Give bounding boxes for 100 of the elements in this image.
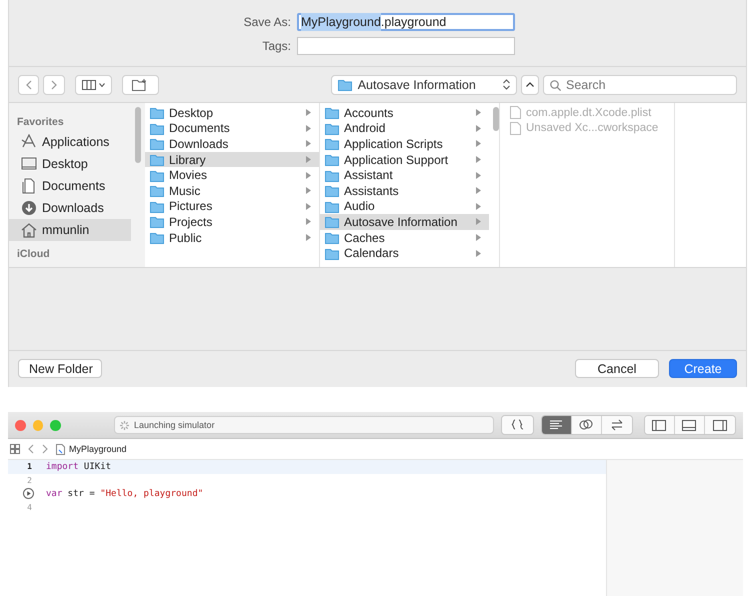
- sidebar-item[interactable]: mmunlin: [9, 219, 131, 241]
- folder-plus-icon: [132, 78, 148, 90]
- applications-icon: [21, 134, 37, 150]
- folder-row[interactable]: Application Scripts: [320, 136, 489, 152]
- scrollbar[interactable]: [135, 107, 141, 163]
- columns-icon: [82, 80, 96, 90]
- line-number: 2: [26, 476, 33, 485]
- folder-icon: [150, 153, 164, 166]
- download-icon: [21, 200, 37, 216]
- folder-row[interactable]: Autosave Information: [320, 214, 489, 230]
- collapse-button[interactable]: [521, 74, 539, 94]
- status-text: Launching simulator: [134, 420, 215, 430]
- scrollbar[interactable]: [493, 107, 499, 131]
- line-number: 1: [26, 462, 33, 472]
- disclosure-arrow-icon: [306, 234, 311, 242]
- sidebar-item[interactable]: Downloads: [9, 197, 131, 219]
- document-icon: [510, 106, 521, 120]
- new-folder-icon-button[interactable]: [122, 74, 159, 94]
- grid-icon[interactable]: [10, 444, 20, 454]
- sidebar-heading: Favorites: [16, 115, 65, 130]
- folder-icon: [325, 184, 339, 198]
- disclosure-arrow-icon: [306, 187, 311, 194]
- view-options-button[interactable]: [74, 74, 112, 94]
- folder-icon: [325, 153, 339, 166]
- desktop-icon: [21, 156, 37, 172]
- disclosure-arrow-icon: [476, 109, 481, 116]
- folder-icon: [338, 78, 352, 91]
- editor-button[interactable]: [542, 416, 572, 434]
- search-icon: [550, 80, 561, 90]
- folder-row[interactable]: Movies: [145, 167, 319, 183]
- disclosure-arrow-icon: [476, 124, 481, 132]
- folder-row[interactable]: Application Support: [320, 152, 489, 168]
- folder-icon: [325, 122, 339, 135]
- disclosure-arrow-icon: [476, 140, 481, 148]
- chevron-up-icon: [526, 82, 534, 87]
- folder-row[interactable]: Assistants: [320, 182, 489, 199]
- back-button[interactable]: [18, 74, 40, 94]
- folder-icon: [150, 231, 164, 244]
- navigator-toggle-button[interactable]: [644, 416, 675, 434]
- disclosure-arrow-icon: [306, 124, 311, 132]
- location-popup[interactable]: Autosave Information: [330, 74, 518, 94]
- folder-row[interactable]: Caches: [320, 230, 489, 246]
- location-label: Autosave Information: [358, 78, 477, 92]
- folder-row[interactable]: Documents: [145, 120, 319, 136]
- folder-row[interactable]: Library: [145, 152, 319, 168]
- disclosure-arrow-icon: [306, 109, 311, 116]
- sidebar-heading: iCloud: [16, 247, 51, 262]
- folder-row[interactable]: Downloads: [145, 136, 319, 152]
- folder-row[interactable]: Projects: [145, 214, 319, 230]
- disclosure-arrow-icon: [476, 156, 481, 164]
- disclosure-arrow-icon: [306, 156, 311, 164]
- folder-icon: [325, 246, 339, 260]
- forward-button[interactable]: [43, 74, 65, 94]
- folder-row[interactable]: Pictures: [145, 198, 319, 214]
- documents-icon: [21, 178, 37, 194]
- bottom-panel-icon: [682, 420, 696, 430]
- folder-row[interactable]: Android: [320, 120, 489, 136]
- overlapping-circles-icon: [579, 419, 594, 431]
- code-button[interactable]: [502, 416, 533, 434]
- play-circle-icon[interactable]: [23, 488, 34, 500]
- chevron-left-icon: [26, 80, 32, 90]
- editor-mode-control[interactable]: [540, 415, 633, 435]
- disclosure-arrow-icon: [476, 218, 481, 226]
- folder-icon: [150, 200, 164, 213]
- create-button[interactable]: Create: [669, 359, 737, 378]
- sidebar-item[interactable]: Documents: [9, 175, 131, 197]
- folder-icon: [325, 215, 339, 228]
- breadcrumb-item[interactable]: MyPlayground: [56, 444, 127, 454]
- sidebar-item[interactable]: Desktop: [9, 153, 131, 175]
- folder-row[interactable]: Public: [145, 230, 319, 246]
- disclosure-arrow-icon: [476, 250, 481, 257]
- chevron-right-icon: [51, 80, 58, 90]
- code-braces-icon: [510, 419, 525, 431]
- chevron-right-icon[interactable]: [42, 444, 48, 454]
- sidebar-item[interactable]: Applications: [9, 131, 131, 153]
- folder-icon: [150, 215, 164, 228]
- cancel-button[interactable]: Cancel: [575, 359, 659, 378]
- code-line: var str = "Hello, playground": [45, 488, 204, 499]
- left-panel-icon: [652, 420, 666, 430]
- folder-row[interactable]: Audio: [320, 198, 489, 214]
- new-folder-button[interactable]: New Folder: [18, 359, 102, 378]
- disclosure-arrow-icon: [476, 202, 481, 210]
- folder-icon: [325, 137, 339, 150]
- search-field[interactable]: Search: [543, 74, 737, 94]
- save-as-label: Save As:: [242, 15, 291, 29]
- home-icon: [21, 222, 37, 238]
- tags-field[interactable]: [297, 37, 515, 55]
- file-name-field[interactable]: MyPlayground.playground: [297, 13, 515, 31]
- folder-row[interactable]: Desktop: [145, 105, 319, 121]
- disclosure-arrow-icon: [476, 172, 481, 179]
- folder-row[interactable]: Music: [145, 182, 319, 199]
- folder-row[interactable]: Calendars: [320, 245, 489, 261]
- panel-toggle-control[interactable]: [644, 415, 736, 435]
- chevron-left-icon[interactable]: [28, 444, 34, 454]
- right-panel-icon: [712, 420, 727, 430]
- folder-row[interactable]: Assistant: [320, 167, 489, 183]
- folder-row[interactable]: Accounts: [320, 105, 489, 121]
- folder-icon: [150, 122, 164, 135]
- disclosure-arrow-icon: [306, 140, 311, 148]
- spinner-icon: [119, 420, 130, 430]
